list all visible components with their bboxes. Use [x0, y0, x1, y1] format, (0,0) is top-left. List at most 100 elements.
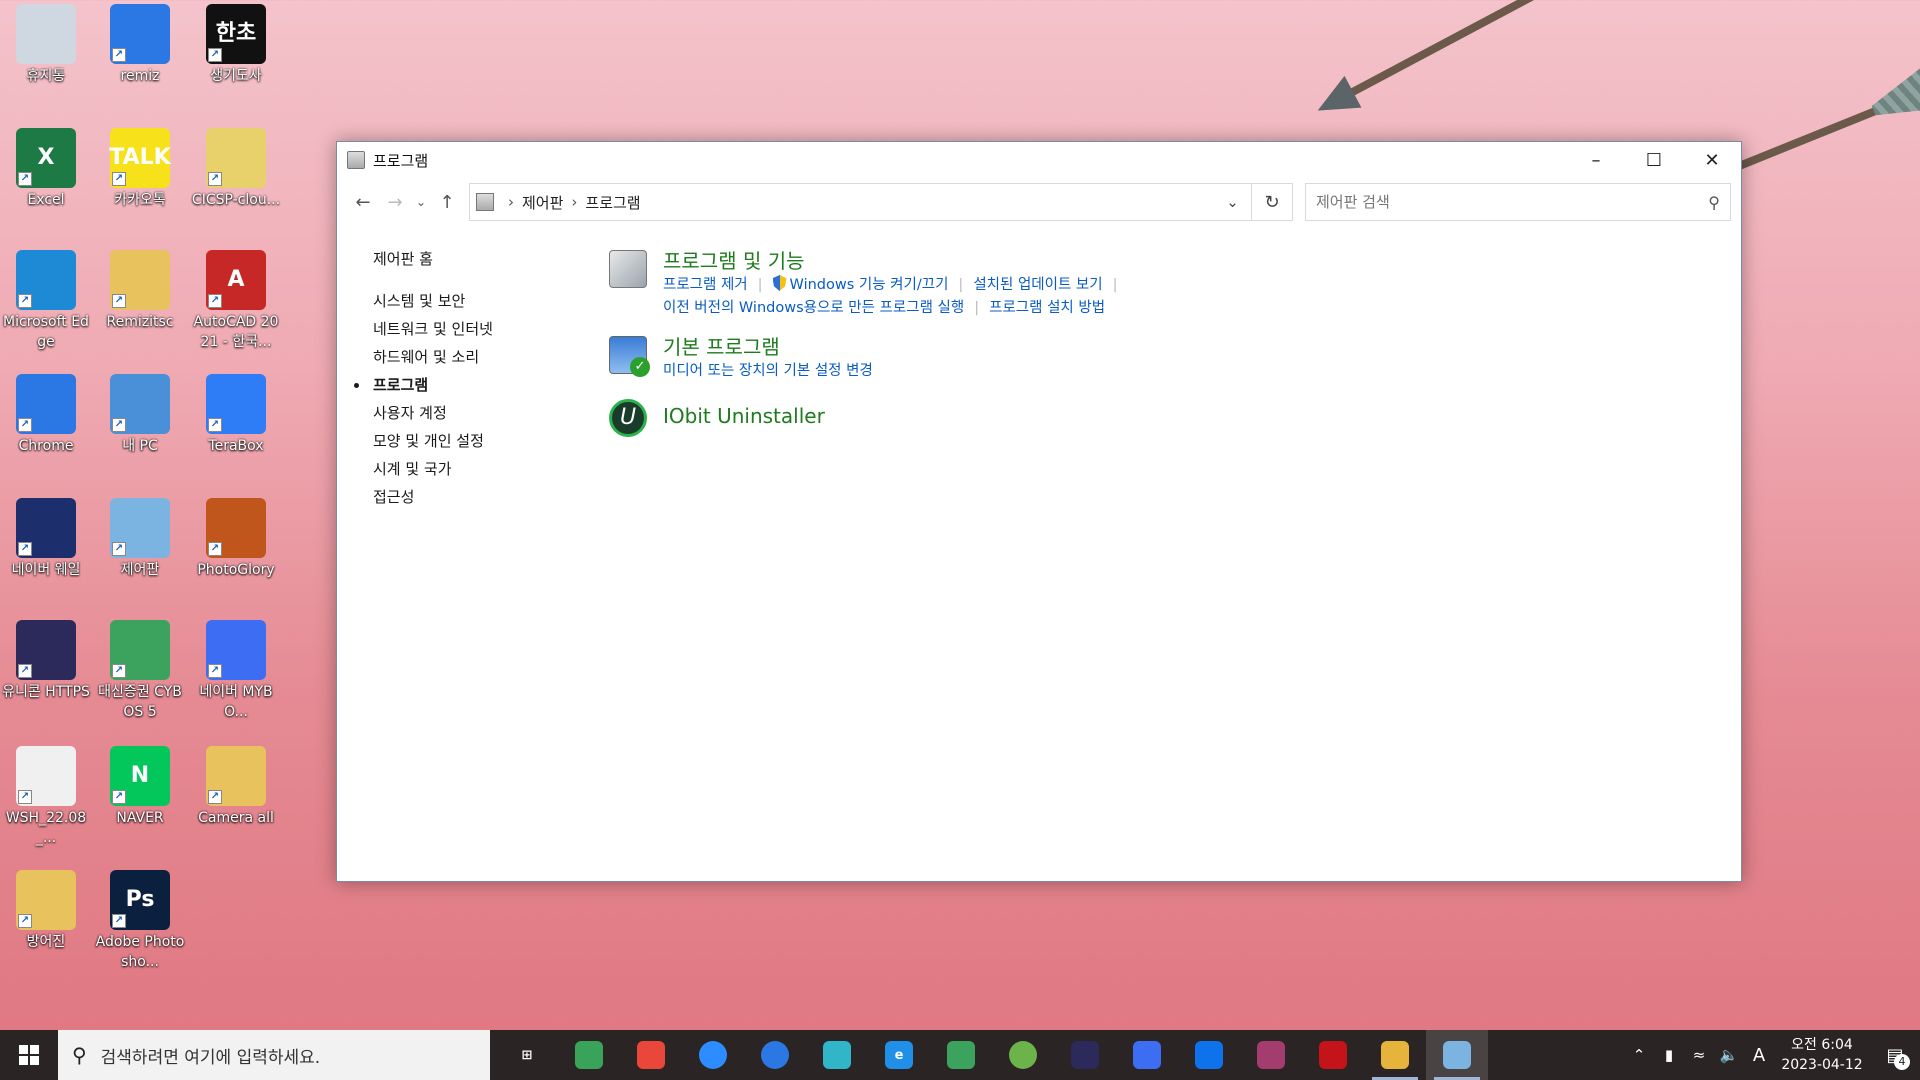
desktop-icon[interactable]: ↗ WSH_22.08_...: [0, 746, 92, 848]
back-button[interactable]: ←: [347, 186, 379, 218]
desktop-icon[interactable]: ↗ Microsoft Edge: [0, 250, 92, 352]
taskbar-app-button[interactable]: [992, 1030, 1054, 1080]
minimize-button[interactable]: –: [1567, 142, 1625, 178]
search-icon[interactable]: ⚲: [1708, 193, 1720, 212]
leftnav-item[interactable]: 시계 및 국가: [373, 455, 593, 483]
iobit-uninstaller-heading[interactable]: IObit Uninstaller: [663, 403, 825, 429]
leftnav-item[interactable]: 접근성: [373, 483, 593, 511]
desktop-icon[interactable]: TALK ↗ 카카오톡: [94, 128, 186, 210]
taskbar-app-button[interactable]: [1364, 1030, 1426, 1080]
taskbar-app-button[interactable]: [1426, 1030, 1488, 1080]
leftnav-item[interactable]: 사용자 계정: [373, 399, 593, 427]
taskbar-app-button[interactable]: [1240, 1030, 1302, 1080]
search-input[interactable]: [1316, 193, 1709, 211]
leftnav-item[interactable]: 시스템 및 보안: [373, 287, 593, 315]
chevron-right-icon: ›: [508, 193, 514, 211]
icon-glyph: A: [227, 267, 245, 292]
taskbar-app-button[interactable]: [558, 1030, 620, 1080]
battery-icon[interactable]: ▮: [1654, 1046, 1684, 1064]
taskbar-app-button[interactable]: [1054, 1030, 1116, 1080]
taskbar-app-button[interactable]: e: [868, 1030, 930, 1080]
uac-shield-icon: [772, 275, 787, 291]
desktop-icon[interactable]: ↗ 대신증권 CYBOS 5: [94, 620, 186, 722]
desktop-icon[interactable]: ↗ CICSP-clou...: [190, 128, 282, 210]
title-bar[interactable]: 프로그램 – ☐ ✕: [337, 142, 1741, 178]
shortcut-arrow-icon: ↗: [112, 48, 126, 62]
control-panel-icon: [1443, 1041, 1471, 1069]
windows-features-link[interactable]: Windows 기능 켜기/끄기: [790, 277, 949, 293]
desktop-icon[interactable]: 한초 ↗ 생기도사: [190, 4, 282, 86]
search-box[interactable]: ⚲: [1305, 183, 1731, 221]
leftnav-item[interactable]: 하드웨어 및 소리: [373, 343, 593, 371]
action-center-button[interactable]: ▤ 4: [1870, 1030, 1920, 1080]
uninstall-program-link[interactable]: 프로그램 제거: [663, 277, 748, 293]
desktop-icon[interactable]: ↗ Remizitsc: [94, 250, 186, 332]
breadcrumb-programs[interactable]: 프로그램: [585, 192, 640, 213]
shortcut-arrow-icon: ↗: [112, 914, 126, 928]
desktop-icon[interactable]: N ↗ NAVER: [94, 746, 186, 828]
taskbar-app-button[interactable]: ⊞: [496, 1030, 558, 1080]
desktop-icon[interactable]: ↗ remiz: [94, 4, 186, 86]
shortcut-arrow-icon: ↗: [18, 542, 32, 556]
taskbar-app-button[interactable]: [1302, 1030, 1364, 1080]
recent-locations-button[interactable]: ⌄: [411, 186, 431, 218]
zoom-icon: [699, 1041, 727, 1069]
default-programs-heading[interactable]: 기본 프로그램: [663, 334, 873, 360]
main-panel: 프로그램 및 기능 프로그램 제거 | Windows 기능 켜기/끄기 | 설치된 업…: [609, 248, 1721, 451]
desktop-icon[interactable]: Ps ↗ Adobe Photosho...: [94, 870, 186, 972]
taskbar-app-button[interactable]: [930, 1030, 992, 1080]
desktop-icon[interactable]: ↗ Chrome: [0, 374, 92, 456]
desktop-icon[interactable]: ↗ PhotoGlory: [190, 498, 282, 580]
chevron-up-icon[interactable]: ⌃: [1624, 1046, 1654, 1064]
desktop-icon-label: 네이버 MYBO...: [199, 684, 273, 720]
desktop-icon[interactable]: ↗ 네이버 웨일: [0, 498, 92, 580]
programs-icon: [609, 250, 647, 288]
desktop-icon-label: PhotoGlory: [197, 562, 275, 578]
breadcrumb-control-panel[interactable]: 제어판: [522, 192, 563, 213]
compatibility-link[interactable]: 이전 버전의 Windows용으로 만든 프로그램 실행: [663, 300, 964, 316]
desktop-icon[interactable]: ↗ 유니콘 HTTPS: [0, 620, 92, 702]
window-title: 프로그램: [373, 151, 429, 170]
forward-button[interactable]: →: [379, 186, 411, 218]
taskbar-app-button[interactable]: [806, 1030, 868, 1080]
left-nav: 제어판 홈 시스템 및 보안 네트워크 및 인터넷 하드웨어 및 소리 프로그램 사용자…: [354, 248, 593, 511]
address-bar[interactable]: › 제어판 › 프로그램 ⌄ ↻: [469, 183, 1293, 221]
desktop-icon[interactable]: ↗ Camera all: [190, 746, 282, 828]
desktop-icon[interactable]: 휴지통: [0, 4, 92, 86]
start-button[interactable]: [0, 1030, 58, 1080]
close-button[interactable]: ✕: [1683, 142, 1741, 178]
chevron-down-icon[interactable]: ⌄: [1214, 184, 1252, 220]
taskbar-app-button[interactable]: [1178, 1030, 1240, 1080]
installed-updates-link[interactable]: 설치된 업데이트 보기: [973, 277, 1102, 293]
desktop-icon[interactable]: ↗ 네이버 MYBO...: [190, 620, 282, 722]
maximize-button[interactable]: ☐: [1625, 142, 1683, 178]
wifi-icon[interactable]: ≈: [1684, 1046, 1714, 1064]
desktop-icon[interactable]: X ↗ Excel: [0, 128, 92, 210]
control-panel-home-link[interactable]: 제어판 홈: [373, 248, 593, 269]
up-button[interactable]: ↑: [431, 186, 463, 218]
desktop-icon[interactable]: ↗ 제어판: [94, 498, 186, 580]
clock[interactable]: 오전 6:04 2023-04-12: [1774, 1035, 1870, 1075]
ime-indicator[interactable]: A: [1744, 1045, 1774, 1066]
desktop-icon[interactable]: ↗ 방어진: [0, 870, 92, 952]
desktop-icon[interactable]: A ↗ AutoCAD 2021 - 한국...: [190, 250, 282, 352]
leftnav-item[interactable]: 네트워크 및 인터넷: [373, 315, 593, 343]
desktop-icon[interactable]: ↗ TeraBox: [190, 374, 282, 456]
desktop-icon[interactable]: ↗ 내 PC: [94, 374, 186, 456]
volume-icon[interactable]: 🔈: [1714, 1046, 1744, 1064]
media-defaults-link[interactable]: 미디어 또는 장치의 기본 설정 변경: [663, 363, 873, 379]
programs-features-heading[interactable]: 프로그램 및 기능: [663, 248, 1127, 274]
taskbar-app-button[interactable]: [744, 1030, 806, 1080]
leftnav-item[interactable]: 모양 및 개인 설정: [373, 427, 593, 455]
control-panel-icon: [347, 151, 365, 169]
leftnav-item[interactable]: 프로그램: [354, 371, 593, 399]
refresh-icon[interactable]: ↻: [1252, 184, 1292, 220]
winrar-icon: [1257, 1041, 1285, 1069]
taskbar-app-button[interactable]: [1116, 1030, 1178, 1080]
taskbar-app-button[interactable]: [682, 1030, 744, 1080]
how-to-install-link[interactable]: 프로그램 설치 방법: [989, 300, 1105, 316]
taskbar-search[interactable]: ⚲ 검색하려면 여기에 입력하세요.: [58, 1030, 490, 1080]
shortcut-arrow-icon: ↗: [208, 664, 222, 678]
taskbar-app-button[interactable]: [620, 1030, 682, 1080]
shortcut-arrow-icon: ↗: [112, 418, 126, 432]
